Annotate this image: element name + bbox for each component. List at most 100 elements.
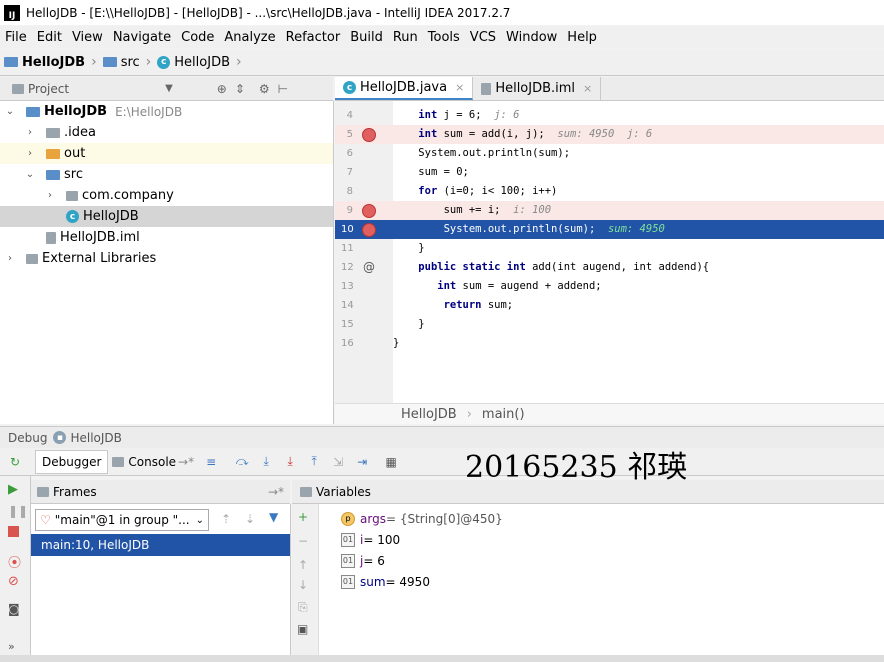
line-number: 15 (341, 319, 354, 330)
breadcrumb-file[interactable]: c HelloJDB (153, 55, 234, 70)
code-line: } (418, 318, 425, 330)
iml-file-icon (46, 231, 56, 244)
tree-item-external-libraries[interactable]: › External Libraries (0, 248, 333, 269)
remove-watch-icon[interactable]: − (298, 534, 308, 548)
menu-file[interactable]: File (0, 30, 32, 45)
resume-icon[interactable]: ▶ (8, 482, 22, 497)
menu-window[interactable]: Window (501, 30, 562, 45)
pin-arrow-icon[interactable]: →* (268, 485, 284, 499)
tree-item-idea[interactable]: › .idea (0, 122, 333, 143)
code-editor[interactable]: int j = 6; j: 6 int sum = add(i, j); sum… (393, 101, 884, 403)
parameter-icon: p (341, 511, 355, 526)
crumb-class[interactable]: HelloJDB (401, 407, 457, 422)
view-breakpoints-icon[interactable]: ⦿ (8, 552, 22, 571)
tree-item-com-company[interactable]: › com.company (0, 185, 333, 206)
tab-debugger[interactable]: Debugger (35, 449, 109, 474)
crumb-method[interactable]: main() (482, 407, 525, 422)
thread-selector[interactable]: ♡ "main"@1 in group "... ⌄ (35, 509, 209, 531)
menu-edit[interactable]: Edit (32, 30, 67, 45)
line-number: 10 (335, 220, 393, 239)
step-out-icon[interactable]: ⤒ (305, 453, 323, 471)
rerun-icon[interactable]: ↻ (6, 453, 24, 471)
tree-item-hellojdb-class[interactable]: c HelloJDB (0, 206, 333, 227)
arrow-up-icon[interactable]: ⇡ (221, 512, 231, 526)
evaluate-expression-icon[interactable]: ▦ (382, 453, 400, 471)
editor-gutter[interactable]: 4 5 6 7 8 9 10 11 12 @ 13 14 15 16 (335, 101, 393, 403)
show-execution-point-icon[interactable]: ≡ (202, 453, 220, 471)
tab-console[interactable]: Console →* (112, 455, 194, 469)
tab-label: HelloJDB.iml (495, 81, 576, 96)
force-step-into-icon[interactable]: ⤓ (281, 453, 299, 471)
tab-hellojdb-java[interactable]: c HelloJDB.java × (335, 77, 474, 100)
tree-item-src[interactable]: ⌄ src (0, 164, 333, 185)
step-over-icon[interactable]: ⤼ (233, 453, 251, 471)
close-icon[interactable]: × (583, 82, 592, 95)
close-icon[interactable]: × (455, 81, 464, 94)
menu-analyze[interactable]: Analyze (219, 30, 280, 45)
arrow-down-icon[interactable]: ⇣ (245, 512, 255, 526)
frame-row[interactable]: main:10, HelloJDB (31, 534, 290, 556)
project-folder-icon (4, 57, 18, 67)
variable-row[interactable]: 01 i = 100 (341, 529, 400, 550)
breakpoint-icon[interactable] (362, 128, 376, 142)
code-line: int j = 6; j: 6 (418, 109, 520, 121)
code-line: sum += i; i: 100 (393, 201, 884, 220)
excluded-folder-icon (46, 148, 60, 159)
line-number: 5 (335, 125, 393, 144)
collapsed-arrow-icon[interactable]: › (44, 190, 56, 201)
tree-item-out[interactable]: › out (0, 143, 333, 164)
new-watch-icon[interactable]: + (298, 510, 308, 524)
breakpoint-icon[interactable] (362, 204, 376, 218)
pause-icon[interactable]: ❚❚ (8, 504, 28, 518)
menu-refactor[interactable]: Refactor (281, 30, 346, 45)
menu-code[interactable]: Code (176, 30, 219, 45)
copy-icon[interactable]: ⎘ (298, 600, 308, 615)
tab-console-label: Console (128, 454, 177, 469)
tree-item-hellojdb-root[interactable]: ⌄ HelloJDB E:\HelloJDB (0, 101, 333, 122)
chevron-right-icon: › (91, 54, 97, 70)
console-icon (112, 456, 125, 467)
run-to-cursor-icon[interactable]: ⇥ (353, 453, 371, 471)
expand-arrow-icon[interactable]: ⌄ (24, 169, 36, 180)
drop-frame-icon[interactable]: ⇲ (329, 453, 347, 471)
line-number: 9 (335, 201, 393, 220)
mute-breakpoints-icon[interactable]: ⊘ (8, 574, 22, 589)
hide-panel-icon[interactable]: ⊢ (278, 82, 288, 96)
line-number: 8 (346, 186, 353, 197)
show-types-icon[interactable]: ▣ (297, 622, 308, 636)
expand-arrow-icon[interactable]: ⌄ (4, 106, 16, 117)
filter-icon[interactable]: ▼ (269, 510, 278, 524)
project-panel-title[interactable]: Project (28, 82, 69, 96)
menu-help[interactable]: Help (562, 30, 602, 45)
target-icon[interactable]: ⊕ (217, 82, 227, 96)
menu-vcs[interactable]: VCS (465, 30, 501, 45)
menu-run[interactable]: Run (388, 30, 423, 45)
move-down-icon[interactable]: ↓ (298, 578, 308, 592)
collapsed-arrow-icon[interactable]: › (24, 148, 36, 159)
collapsed-arrow-icon[interactable]: › (24, 127, 36, 138)
tree-item-hellojdb-iml[interactable]: HelloJDB.iml (0, 227, 333, 248)
more-icon[interactable]: » (8, 640, 22, 654)
debug-config-name[interactable]: HelloJDB (70, 431, 121, 445)
move-up-icon[interactable]: ↑ (298, 558, 308, 572)
java-class-icon: c (343, 81, 356, 94)
menu-view[interactable]: View (67, 30, 108, 45)
variable-row[interactable]: 01 j = 6 (341, 550, 385, 571)
camera-icon[interactable]: ◙ (8, 602, 22, 616)
tree-item-label: HelloJDB (83, 209, 139, 224)
collapse-icon[interactable]: ⇕ (235, 82, 245, 96)
breakpoint-hit-icon[interactable] (362, 223, 376, 237)
menu-navigate[interactable]: Navigate (108, 30, 176, 45)
variable-row[interactable]: 01 sum = 4950 (341, 571, 430, 592)
stop-icon[interactable] (8, 526, 19, 537)
breadcrumb-src[interactable]: src (99, 55, 144, 70)
dropdown-arrow-icon[interactable]: ▼ (165, 83, 173, 94)
gear-icon[interactable]: ⚙ (259, 82, 270, 96)
variable-row[interactable]: p args = {String[0]@450} (341, 508, 503, 529)
step-into-icon[interactable]: ⤓ (257, 453, 275, 471)
menu-tools[interactable]: Tools (423, 30, 465, 45)
breadcrumb-project[interactable]: HelloJDB (0, 55, 89, 70)
menu-build[interactable]: Build (345, 30, 388, 45)
collapsed-arrow-icon[interactable]: › (4, 253, 16, 264)
tab-hellojdb-iml[interactable]: HelloJDB.iml × (473, 77, 602, 100)
